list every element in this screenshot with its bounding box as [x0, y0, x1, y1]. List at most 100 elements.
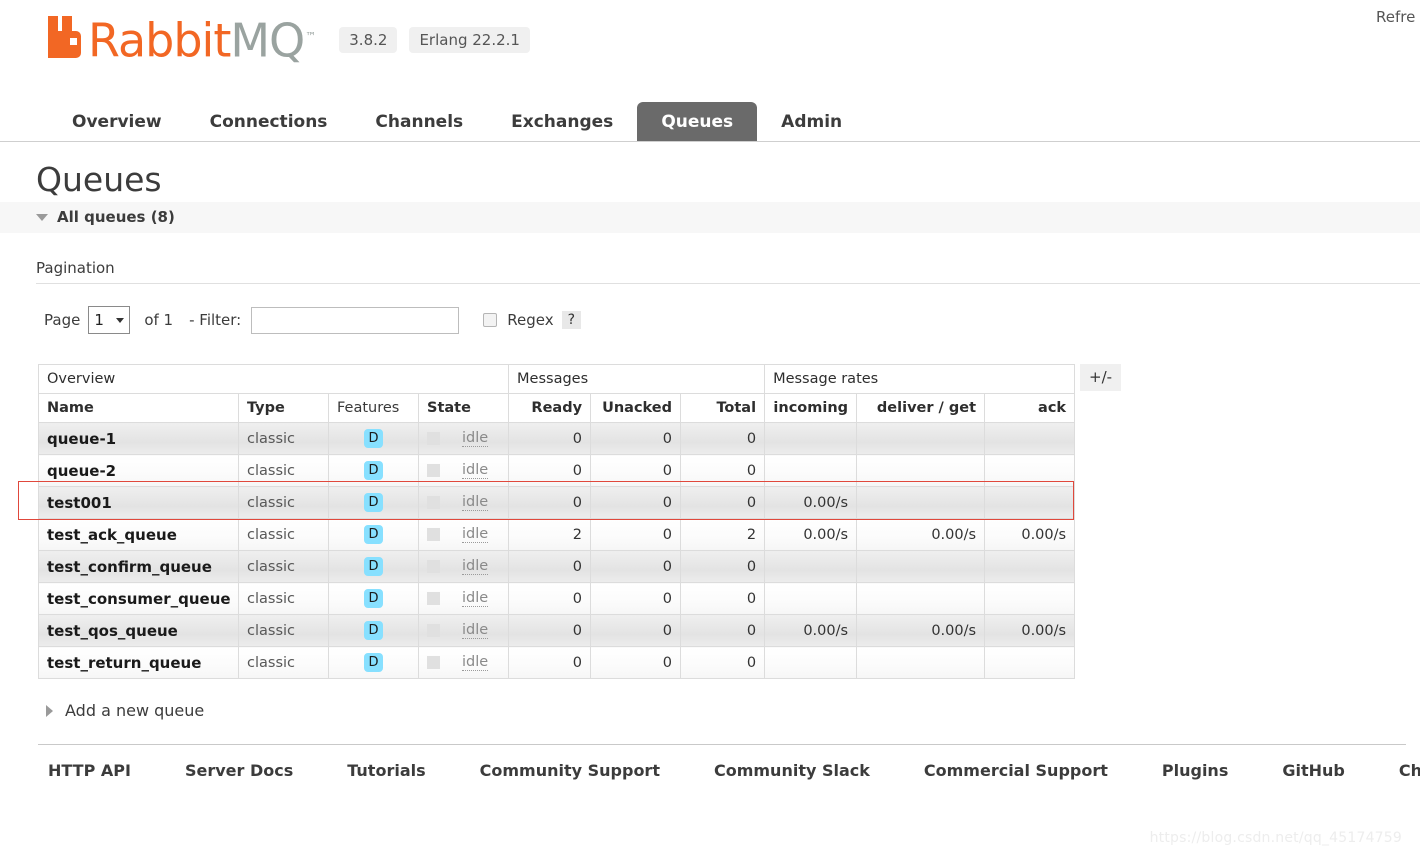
footer-link[interactable]: GitHub	[1282, 761, 1345, 780]
cell-queue-features: D	[328, 486, 419, 519]
cell-messages-unacked: 0	[590, 422, 682, 455]
durable-badge[interactable]: D	[364, 493, 383, 512]
column-header-state[interactable]: State	[417, 393, 510, 423]
column-header-name[interactable]: Name	[38, 393, 239, 423]
page-select[interactable]: 1	[88, 306, 131, 334]
cell-queue-name[interactable]: queue-1	[38, 422, 239, 455]
cell-rate-ack	[984, 422, 1076, 455]
tab-queues[interactable]: Queues	[637, 102, 758, 141]
state-indicator-icon	[427, 528, 440, 541]
table-column-header-row: Name Type Features State Ready Unacked T…	[38, 393, 1076, 423]
tab-overview[interactable]: Overview	[48, 102, 186, 141]
column-header-ack[interactable]: ack	[984, 393, 1076, 423]
toggle-columns-button[interactable]: +/-	[1080, 364, 1122, 391]
table-row[interactable]: queue-2 classic Didle 0 0 0	[38, 454, 1076, 487]
tab-exchanges[interactable]: Exchanges	[487, 102, 637, 141]
cell-rate-ack	[984, 454, 1076, 487]
cell-queue-name[interactable]: queue-2	[38, 454, 239, 487]
cell-queue-type: classic	[238, 518, 329, 551]
cell-messages-unacked: 0	[590, 518, 682, 551]
cell-queue-name[interactable]: test_confirm_queue	[38, 550, 239, 583]
group-header-message-rates: Message rates	[764, 364, 1076, 394]
table-row[interactable]: test_confirm_queue classic Didle 0 0 0	[38, 550, 1076, 583]
help-icon[interactable]: ?	[561, 311, 582, 329]
durable-badge[interactable]: D	[364, 621, 383, 640]
footer-link[interactable]: Tutorials	[347, 761, 425, 780]
table-row[interactable]: test_ack_queue classic Didle 2 0 2 0.00/s 0.00/…	[38, 518, 1076, 551]
page-select-value: 1	[94, 311, 104, 329]
column-header-features[interactable]: Features	[328, 393, 419, 423]
page-label: Page	[44, 311, 81, 329]
column-header-ready[interactable]: Ready	[508, 393, 592, 423]
footer-link[interactable]: Plugins	[1162, 761, 1228, 780]
cell-rate-ack	[984, 646, 1076, 679]
footer-link[interactable]: Changelog	[1399, 761, 1420, 780]
rabbitmq-management-page: RabbitMQ™ 3.8.2 Erlang 22.2.1 Refre Over…	[0, 0, 1420, 862]
footer-link[interactable]: Server Docs	[185, 761, 293, 780]
state-indicator-icon	[427, 560, 440, 573]
footer-link[interactable]: Commercial Support	[924, 761, 1108, 780]
cell-messages-total: 0	[680, 422, 766, 455]
cell-messages-unacked: 0	[590, 454, 682, 487]
state-indicator-icon	[427, 624, 440, 637]
tab-admin[interactable]: Admin	[757, 102, 866, 141]
durable-badge[interactable]: D	[364, 557, 383, 576]
state-label: idle	[462, 526, 489, 543]
column-header-type[interactable]: Type	[238, 393, 329, 423]
cell-rate-ack: 0.00/s	[984, 614, 1076, 647]
footer-link[interactable]: Community Slack	[714, 761, 870, 780]
cell-rate-incoming	[764, 646, 858, 679]
cell-queue-features: D	[328, 582, 419, 615]
filter-label: - Filter:	[189, 311, 242, 329]
state-indicator-icon	[427, 592, 440, 605]
add-new-queue-section[interactable]: Add a new queue	[46, 701, 1420, 720]
cell-queue-state: idle	[417, 454, 510, 487]
cell-queue-features: D	[328, 550, 419, 583]
cell-queue-name[interactable]: test_ack_queue	[38, 518, 239, 551]
table-row[interactable]: test_return_queue classic Didle 0 0 0	[38, 646, 1076, 679]
cell-messages-total: 0	[680, 614, 766, 647]
cell-queue-name[interactable]: test001	[38, 486, 239, 519]
column-header-incoming[interactable]: incoming	[764, 393, 858, 423]
refresh-control[interactable]: Refre	[1376, 8, 1420, 26]
group-header-overview: Overview	[37, 364, 510, 394]
cell-queue-features: D	[328, 422, 419, 455]
version-badges: 3.8.2 Erlang 22.2.1	[339, 27, 530, 54]
durable-badge[interactable]: D	[364, 653, 383, 672]
tab-channels[interactable]: Channels	[351, 102, 487, 141]
table-row[interactable]: queue-1 classic Didle 0 0 0	[38, 422, 1076, 455]
cell-messages-total: 2	[680, 518, 766, 551]
chevron-down-icon	[116, 317, 125, 323]
state-label: idle	[462, 654, 489, 671]
regex-checkbox[interactable]	[483, 313, 498, 327]
cell-messages-ready: 0	[508, 550, 592, 583]
durable-badge[interactable]: D	[364, 429, 383, 448]
cell-queue-type: classic	[238, 646, 329, 679]
footer-link[interactable]: Community Support	[480, 761, 660, 780]
column-header-total[interactable]: Total	[680, 393, 766, 423]
chevron-right-icon[interactable]	[46, 704, 53, 717]
durable-badge[interactable]: D	[364, 525, 383, 544]
durable-badge[interactable]: D	[364, 461, 383, 480]
cell-rate-deliver-get	[856, 422, 986, 455]
tab-connections[interactable]: Connections	[186, 102, 352, 141]
column-header-deliver-get[interactable]: deliver / get	[856, 393, 986, 423]
all-queues-section-header[interactable]: All queues (8)	[0, 202, 1420, 233]
cell-queue-name[interactable]: test_qos_queue	[38, 614, 239, 647]
cell-queue-state: idle	[417, 422, 510, 455]
cell-queue-type: classic	[238, 422, 329, 455]
column-header-unacked[interactable]: Unacked	[590, 393, 682, 423]
cell-rate-incoming	[764, 582, 858, 615]
cell-rate-deliver-get	[856, 646, 986, 679]
footer-link[interactable]: HTTP API	[48, 761, 131, 780]
durable-badge[interactable]: D	[364, 589, 383, 608]
cell-messages-ready: 2	[508, 518, 592, 551]
cell-queue-name[interactable]: test_consumer_queue	[38, 582, 239, 615]
chevron-down-icon[interactable]	[36, 213, 48, 221]
cell-rate-deliver-get	[856, 454, 986, 487]
cell-queue-name[interactable]: test_return_queue	[38, 646, 239, 679]
table-row[interactable]: test_consumer_queue classic Didle 0 0 0	[38, 582, 1076, 615]
filter-input[interactable]	[251, 306, 460, 334]
table-row[interactable]: test_qos_queue classic Didle 0 0 0 0.00/s 0.00/…	[38, 614, 1076, 647]
table-row[interactable]: test001 classic Didle 0 0 0 0.00/s	[38, 486, 1076, 519]
